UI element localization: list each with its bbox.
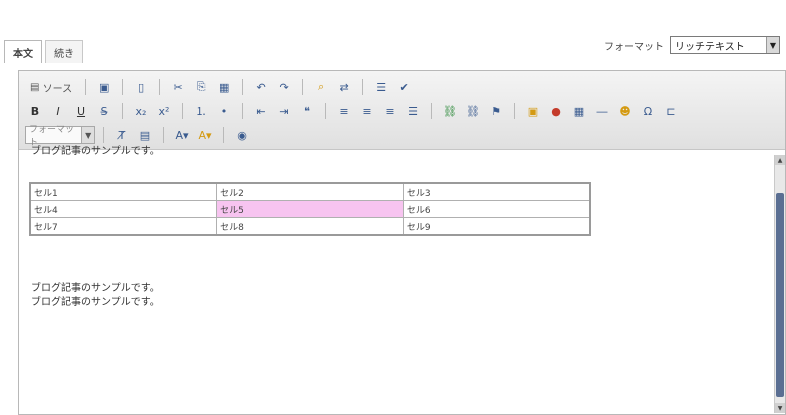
toolbar-separator bbox=[103, 127, 104, 143]
page-break-icon[interactable]: ⊏ bbox=[661, 101, 681, 121]
source-button[interactable]: ▤ ソース bbox=[25, 77, 77, 97]
toolbar-separator bbox=[242, 103, 243, 119]
toolbar-separator bbox=[431, 103, 432, 119]
source-label: ソース bbox=[42, 83, 73, 95]
bold-icon[interactable]: B bbox=[25, 101, 45, 121]
scroll-up-icon[interactable]: ▲ bbox=[775, 155, 785, 165]
undo-icon[interactable]: ↶ bbox=[251, 77, 271, 97]
chevron-down-icon[interactable]: ▼ bbox=[766, 37, 779, 53]
paste-text-icon[interactable]: ▤ bbox=[135, 125, 155, 145]
table-cell[interactable]: セル7 bbox=[29, 217, 218, 236]
toolbar-separator bbox=[182, 103, 183, 119]
flash-icon[interactable]: ● bbox=[546, 101, 566, 121]
format-selector: フォーマット リッチテキスト ▼ bbox=[604, 36, 780, 54]
toolbar-separator bbox=[514, 103, 515, 119]
redo-icon[interactable]: ↷ bbox=[274, 77, 294, 97]
spellcheck-icon[interactable]: ✔ bbox=[394, 77, 414, 97]
italic-icon[interactable]: I bbox=[48, 101, 68, 121]
content-line: ブログ記事のサンプルです。 bbox=[31, 283, 160, 294]
table-cell[interactable]: セル9 bbox=[402, 217, 591, 236]
outdent-icon[interactable]: ⇤ bbox=[251, 101, 271, 121]
content-line: ブログ記事のサンプルです。 bbox=[31, 146, 160, 157]
table-cell[interactable]: セル3 bbox=[402, 182, 591, 201]
cut-icon[interactable]: ✂ bbox=[168, 77, 188, 97]
align-right-icon[interactable]: ≡ bbox=[380, 101, 400, 121]
toolbar-row-2: B I U S̶ x₂ x² ⒈ • ⇤ ⇥ ❝ ≡ ≡ ≡ ☰ ⛓ ⛓ ⚑ ▣… bbox=[25, 99, 781, 123]
vertical-scrollbar[interactable]: ▲ ▼ bbox=[774, 155, 785, 413]
blockquote-icon[interactable]: ❝ bbox=[297, 101, 317, 121]
align-center-icon[interactable]: ≡ bbox=[357, 101, 377, 121]
table-cell[interactable]: セル6 bbox=[402, 200, 591, 218]
table-icon[interactable]: ▦ bbox=[569, 101, 589, 121]
superscript-icon[interactable]: x² bbox=[154, 101, 174, 121]
special-char-icon[interactable]: Ω bbox=[638, 101, 658, 121]
text-color-icon[interactable]: A▾ bbox=[172, 125, 192, 145]
toolbar-row-1: ▤ ソース ▣ ▯ ✂ ⎘ ▦ ↶ ↷ ⌕ ⇄ ☰ ✔ bbox=[25, 75, 781, 99]
anchor-icon[interactable]: ⚑ bbox=[486, 101, 506, 121]
editor-tabs: 本文 続き bbox=[4, 40, 86, 64]
toolbar-separator bbox=[302, 79, 304, 95]
select-all-icon[interactable]: ☰ bbox=[371, 77, 391, 97]
align-left-icon[interactable]: ≡ bbox=[334, 101, 354, 121]
remove-format-icon[interactable]: T̸ bbox=[112, 125, 132, 145]
toolbar-separator bbox=[223, 127, 224, 143]
toolbar-separator bbox=[242, 79, 244, 95]
tab-continue[interactable]: 続き bbox=[45, 40, 83, 63]
toolbar-separator bbox=[122, 103, 123, 119]
format-select[interactable]: リッチテキスト ▼ bbox=[670, 36, 780, 54]
paragraph-format-select[interactable]: フォーマット ▼ bbox=[25, 125, 95, 148]
table-row: セル4 セル5 セル6 bbox=[29, 200, 591, 218]
about-icon[interactable]: ◉ bbox=[232, 125, 252, 145]
source-icon: ▤ bbox=[30, 81, 40, 93]
horizontal-rule-icon[interactable]: ― bbox=[592, 101, 612, 121]
toolbar-separator bbox=[362, 79, 364, 95]
replace-icon[interactable]: ⇄ bbox=[334, 77, 354, 97]
image-icon[interactable]: ▣ bbox=[523, 101, 543, 121]
strikethrough-icon[interactable]: S̶ bbox=[94, 101, 114, 121]
find-icon[interactable]: ⌕ bbox=[311, 77, 331, 97]
table-row: セル1 セル2 セル3 bbox=[29, 182, 591, 201]
toolbar-separator bbox=[325, 103, 326, 119]
tab-body[interactable]: 本文 bbox=[4, 40, 42, 63]
unlink-icon[interactable]: ⛓ bbox=[463, 101, 483, 121]
link-icon[interactable]: ⛓ bbox=[440, 101, 460, 121]
format-label: フォーマット bbox=[604, 41, 664, 53]
format-value: リッチテキスト bbox=[675, 41, 745, 53]
table-cell[interactable]: セル8 bbox=[216, 217, 404, 236]
underline-icon[interactable]: U bbox=[71, 101, 91, 121]
toolbar-separator bbox=[163, 127, 164, 143]
table-cell-highlighted[interactable]: セル5 bbox=[216, 200, 404, 218]
paste-icon[interactable]: ▦ bbox=[214, 77, 234, 97]
toolbar-separator bbox=[85, 79, 87, 95]
editor-content[interactable]: ブログ記事のサンプルです。 セル1 セル2 セル3 セル4 セル5 セル6 セル… bbox=[19, 144, 785, 374]
scroll-down-icon[interactable]: ▼ bbox=[775, 403, 785, 413]
rich-text-editor: ▤ ソース ▣ ▯ ✂ ⎘ ▦ ↶ ↷ ⌕ ⇄ ☰ ✔ B I U S̶ x₂ … bbox=[18, 70, 786, 415]
numbered-list-icon[interactable]: ⒈ bbox=[191, 101, 211, 121]
content-paragraph: ブログ記事のサンプルです。 ブログ記事のサンプルです。 bbox=[31, 282, 160, 310]
indent-icon[interactable]: ⇥ bbox=[274, 101, 294, 121]
new-page-icon[interactable]: ▯ bbox=[131, 77, 151, 97]
table-cell[interactable]: セル4 bbox=[29, 200, 218, 218]
sample-table: セル1 セル2 セル3 セル4 セル5 セル6 セル7 セル8 セル9 bbox=[29, 182, 591, 236]
align-justify-icon[interactable]: ☰ bbox=[403, 101, 423, 121]
background-color-icon[interactable]: A▾ bbox=[195, 125, 215, 145]
chevron-down-icon[interactable]: ▼ bbox=[81, 127, 94, 143]
content-line: ブログ記事のサンプルです。 bbox=[31, 297, 160, 308]
table-cell[interactable]: セル1 bbox=[29, 182, 218, 201]
scrollbar-thumb[interactable] bbox=[776, 193, 784, 397]
toolbar-separator bbox=[159, 79, 161, 95]
table-cell[interactable]: セル2 bbox=[216, 182, 404, 201]
save-icon[interactable]: ▣ bbox=[94, 77, 114, 97]
editor-toolbar: ▤ ソース ▣ ▯ ✂ ⎘ ▦ ↶ ↷ ⌕ ⇄ ☰ ✔ B I U S̶ x₂ … bbox=[19, 71, 785, 150]
subscript-icon[interactable]: x₂ bbox=[131, 101, 151, 121]
table-row: セル7 セル8 セル9 bbox=[29, 217, 591, 236]
smiley-icon[interactable]: ☻ bbox=[615, 101, 635, 121]
bullet-list-icon[interactable]: • bbox=[214, 101, 234, 121]
toolbar-separator bbox=[122, 79, 124, 95]
copy-icon[interactable]: ⎘ bbox=[191, 77, 211, 97]
